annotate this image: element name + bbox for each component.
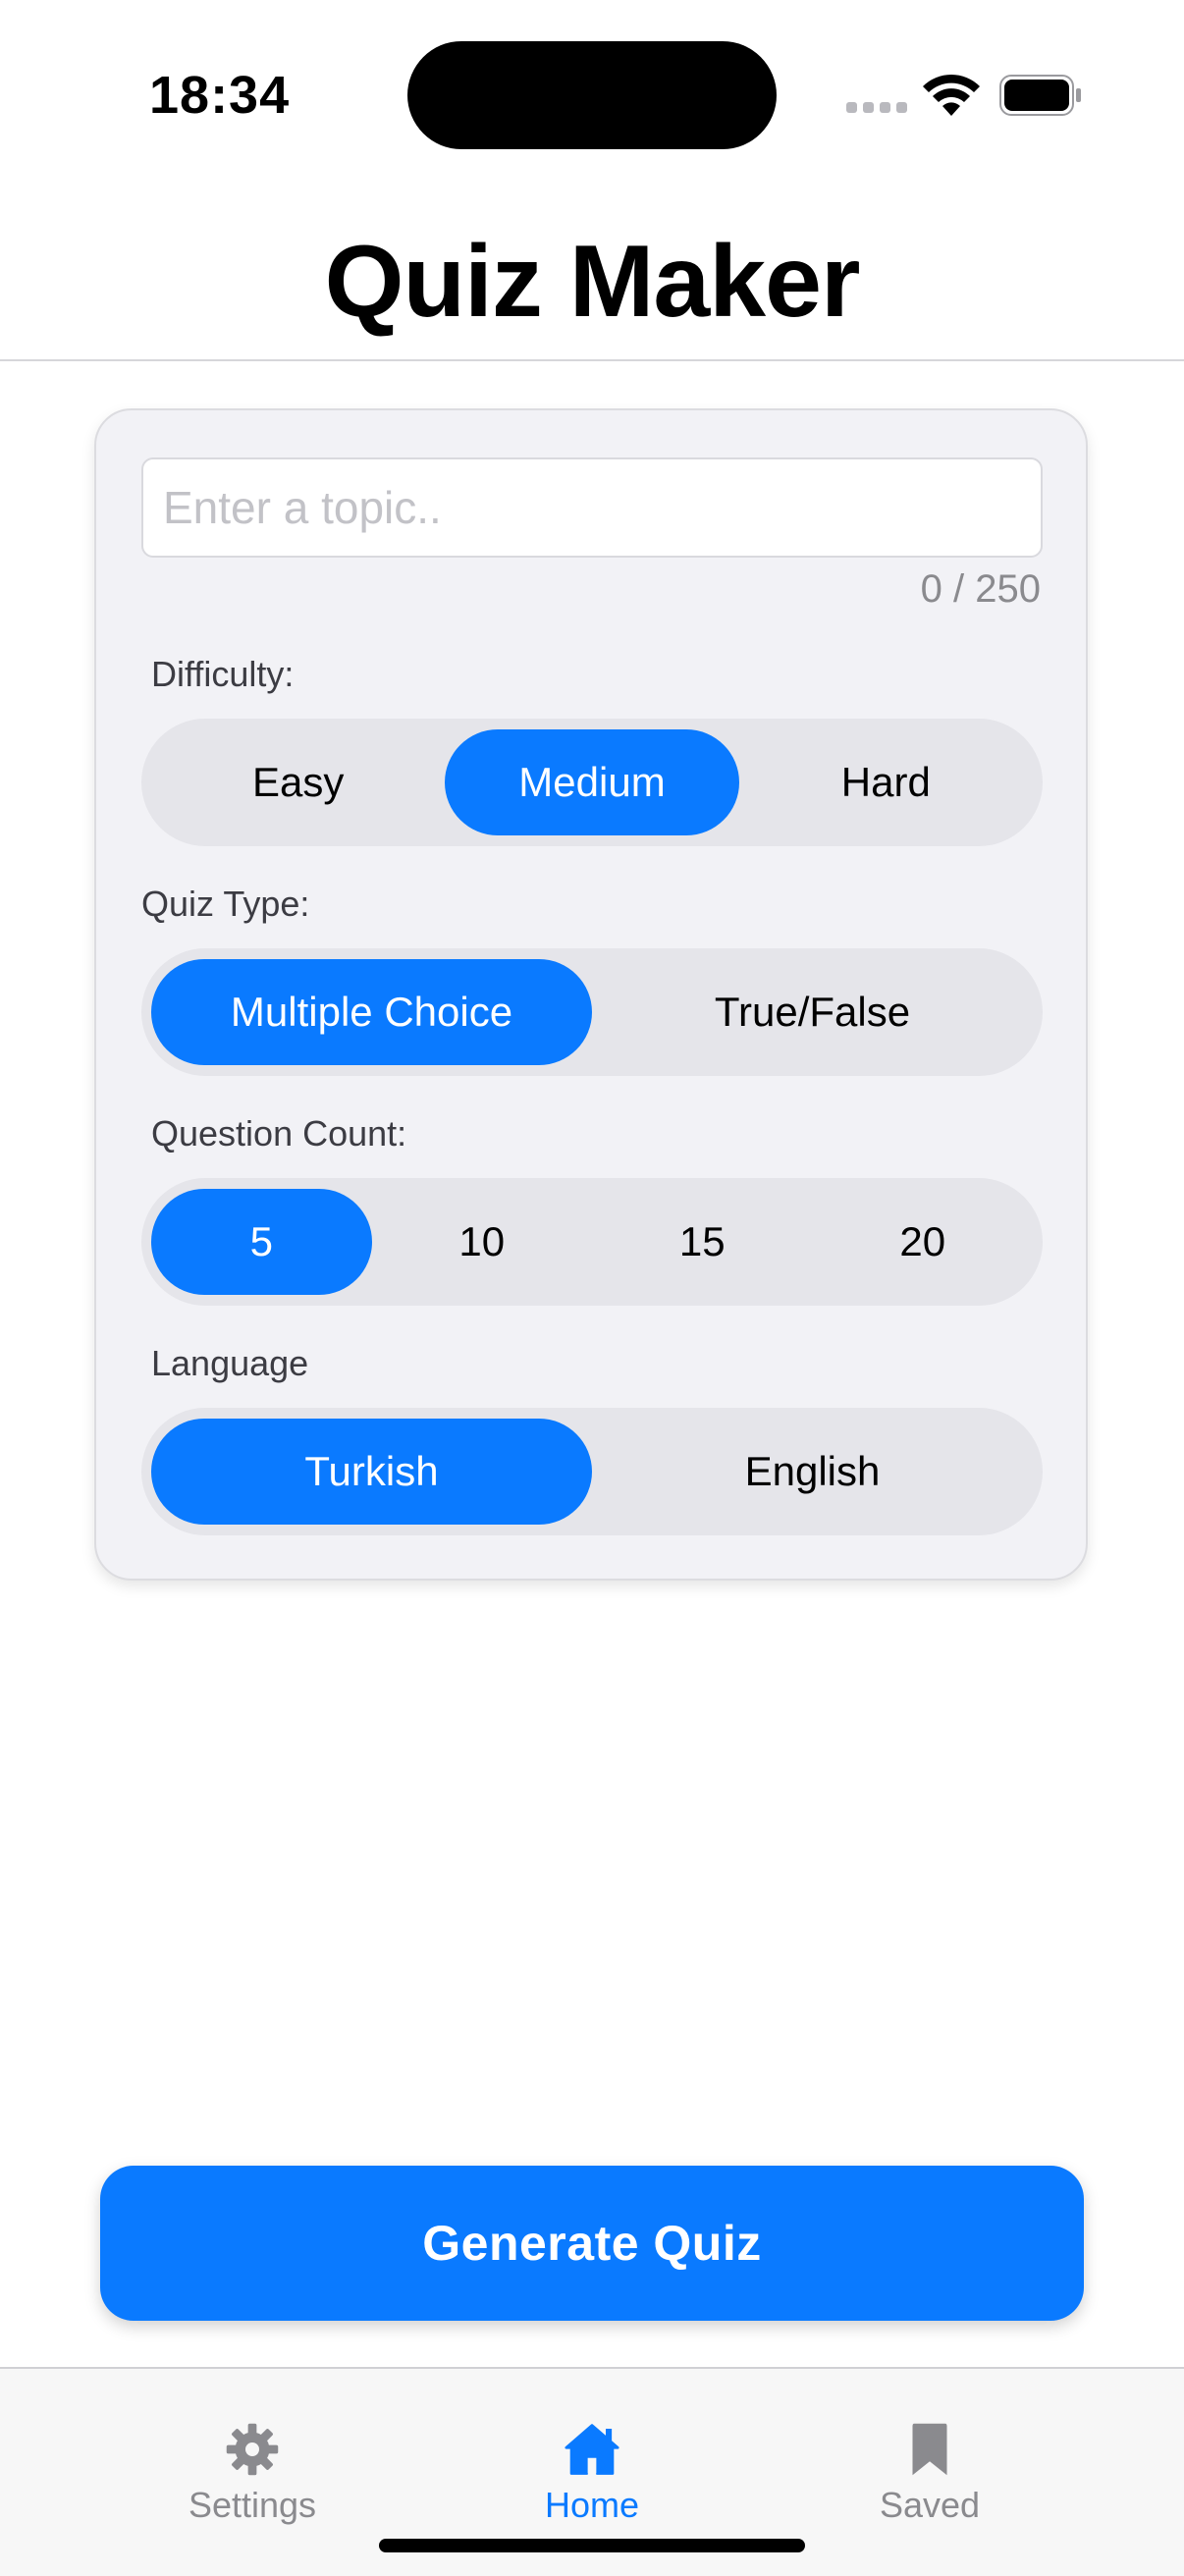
difficulty-label: Difficulty: [151,654,295,694]
question-count-selector: 5 10 15 20 [141,1178,1043,1306]
quiz-type-option-multiple-choice[interactable]: Multiple Choice [151,959,592,1065]
topic-input[interactable] [141,457,1043,558]
question-count-option-5[interactable]: 5 [151,1189,372,1295]
house-icon [565,2424,619,2475]
difficulty-option-medium[interactable]: Medium [445,729,739,835]
tab-home-label: Home [544,2485,640,2525]
language-option-english[interactable]: English [592,1419,1033,1525]
question-count-option-20[interactable]: 20 [813,1189,1034,1295]
gear-icon [226,2423,279,2476]
tab-saved[interactable]: Saved [812,2369,1048,2526]
question-count-label: Question Count: [151,1113,407,1154]
question-count-option-15[interactable]: 15 [592,1189,813,1295]
cellular-signal-icon [846,102,907,116]
status-time: 18:34 [149,66,291,125]
tab-saved-label: Saved [879,2485,981,2525]
language-selector: Turkish English [141,1408,1043,1535]
quiz-type-selector: Multiple Choice True/False [141,948,1043,1076]
difficulty-selector: Easy Medium Hard [141,719,1043,846]
tab-home[interactable]: Home [474,2369,710,2526]
quiz-type-option-true-false[interactable]: True/False [592,959,1033,1065]
language-option-turkish[interactable]: Turkish [151,1419,592,1525]
status-bar: 18:34 [0,0,1184,187]
page-title: Quiz Maker [324,225,861,339]
navigation-header: Quiz Maker [0,187,1184,361]
tab-settings-label: Settings [188,2485,317,2525]
question-count-option-10[interactable]: 10 [372,1189,593,1295]
difficulty-option-easy[interactable]: Easy [151,729,445,835]
difficulty-option-hard[interactable]: Hard [739,729,1033,835]
generate-quiz-button[interactable]: Generate Quiz [100,2166,1084,2321]
dynamic-island [407,41,777,149]
quiz-settings-card: 0 / 250 Difficulty: Easy Medium Hard Qui… [94,408,1088,1581]
home-indicator [379,2539,805,2552]
bookmark-icon [912,2423,947,2476]
quiz-type-label: Quiz Type: [141,884,310,924]
tab-settings[interactable]: Settings [135,2369,370,2526]
battery-icon [999,75,1081,116]
language-label: Language [151,1343,309,1383]
char-counter: 0 / 250 [920,567,1041,611]
wifi-icon [923,74,980,116]
